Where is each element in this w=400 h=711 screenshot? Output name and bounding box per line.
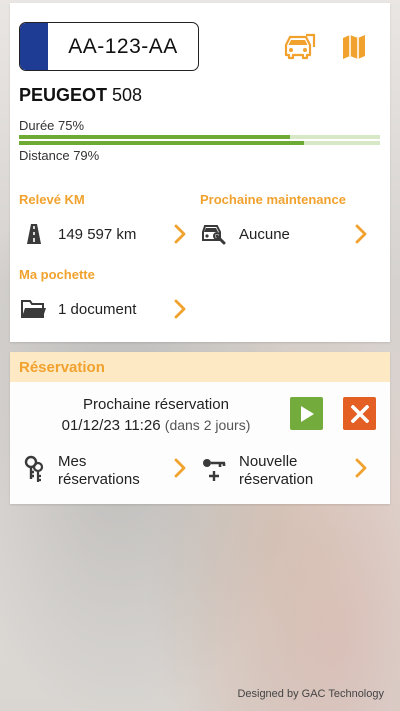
distance-progress-fill (19, 141, 305, 145)
new-reservation-label: Nouvelle réservation (239, 453, 313, 489)
next-reservation-datetime: 01/12/23 11:26 (61, 417, 161, 434)
my-reservations-chevron-icon[interactable] (172, 457, 188, 479)
plate-eu-band (20, 23, 48, 70)
my-reservations-line2: réservations (58, 471, 140, 488)
distance-label: Distance 79% (19, 148, 100, 163)
pouch-title: Ma pochette (19, 267, 95, 282)
next-reservation-time: 01/12/23 11:26 (dans 2 jours) (10, 417, 302, 434)
maintenance-value: Aucune (239, 226, 290, 243)
car-icon[interactable] (283, 31, 317, 63)
next-reservation-relative: (dans 2 jours) (164, 417, 251, 433)
folder-icon (21, 296, 47, 322)
mileage-chevron-icon[interactable] (172, 223, 188, 245)
plate-number: AA-123-AA (68, 34, 178, 58)
reservation-header: Réservation (10, 352, 390, 382)
road-icon (21, 221, 47, 247)
pouch-chevron-icon[interactable] (172, 298, 188, 320)
reservation-card: Réservation Prochaine réservation 01/12/… (10, 352, 390, 504)
license-plate: AA-123-AA (19, 22, 199, 71)
footer-credit: Designed by GAC Technology (237, 688, 384, 700)
car-wrench-icon (201, 221, 227, 247)
duration-progress-fill (19, 135, 290, 139)
cancel-reservation-button[interactable] (343, 397, 376, 430)
vehicle-brand: PEUGEOT (19, 85, 108, 105)
mileage-title: Relevé KM (19, 192, 85, 207)
maintenance-chevron-icon[interactable] (353, 223, 369, 245)
vehicle-model: 508 (112, 85, 143, 105)
close-icon (350, 404, 369, 423)
vehicle-card: AA-123-AA PEUGEOT 508 Durée 75% Distance… (10, 3, 390, 342)
key-plus-icon (201, 456, 227, 482)
vehicle-name: PEUGEOT 508 (19, 85, 142, 106)
pouch-value: 1 document (58, 301, 137, 318)
distance-progress-bar (19, 141, 380, 145)
my-reservations-label: Mes réservations (58, 453, 140, 489)
maintenance-title: Prochaine maintenance (200, 192, 346, 207)
new-reservation-line1: Nouvelle (239, 453, 298, 470)
start-reservation-button[interactable] (290, 397, 323, 430)
mileage-value: 149 597 km (58, 226, 137, 243)
new-reservation-chevron-icon[interactable] (353, 457, 369, 479)
next-reservation-label: Prochaine réservation (83, 396, 229, 413)
new-reservation-line2: réservation (239, 471, 314, 488)
play-icon (300, 405, 314, 422)
duration-label: Durée 75% (19, 118, 85, 133)
map-icon[interactable] (337, 31, 371, 63)
duration-progress-bar (19, 135, 380, 139)
my-reservations-line1: Mes (58, 453, 87, 470)
keys-icon (21, 455, 47, 482)
